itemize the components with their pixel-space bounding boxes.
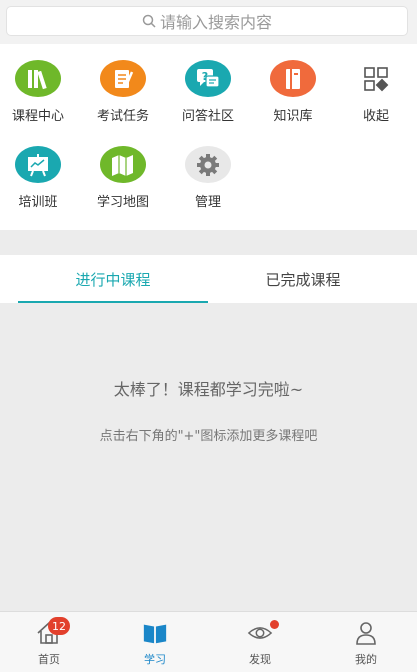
empty-state-title: 太棒了！课程都学习完啦~ [113, 380, 304, 399]
grid-item-qa-community[interactable]: ? 问答社区 [166, 44, 250, 124]
grid-item-label: 收起 [362, 109, 389, 124]
search-icon [142, 14, 156, 28]
course-tabs: 进行中课程 已完成课程 [0, 255, 417, 303]
grid-item-knowledge-base[interactable]: 知识库 [251, 44, 335, 124]
grid-item-label: 课程中心 [11, 109, 64, 124]
tab-in-progress[interactable]: 进行中课程 [18, 255, 208, 303]
grid-item-label: 知识库 [273, 109, 313, 124]
grid-item-collapse[interactable]: 收起 [334, 44, 417, 124]
user-icon [353, 620, 379, 646]
search-placeholder: 请输入搜索内容 [159, 13, 272, 32]
tab-completed[interactable]: 已完成课程 [208, 255, 398, 303]
nav-mine[interactable]: 我的 [314, 612, 417, 672]
map-icon [100, 146, 146, 183]
nav-study[interactable]: 学习 [103, 612, 207, 672]
grid-item-training[interactable]: 培训班 [0, 130, 80, 210]
nav-label: 学习 [144, 653, 166, 666]
notification-dot [270, 620, 279, 629]
empty-state-subtitle: 点击右下角的"+"图标添加更多课程吧 [99, 429, 318, 444]
function-grid: 课程中心 考试任务 ? 问答社区 知识库 收起 培训班 学习地图 管理 [0, 44, 417, 230]
nav-label: 首页 [38, 653, 60, 666]
search-input[interactable]: 请输入搜索内容 [6, 6, 408, 36]
eye-icon [247, 620, 279, 646]
nav-home[interactable]: 12 首页 [0, 612, 101, 672]
grid-item-label: 培训班 [18, 195, 58, 210]
grid-item-label: 考试任务 [96, 109, 149, 124]
home-icon: 12 [36, 617, 70, 646]
tab-label: 已完成课程 [265, 270, 341, 289]
nav-label: 我的 [355, 653, 377, 666]
exam-icon [100, 60, 146, 97]
grid-item-course-center[interactable]: 课程中心 [0, 44, 80, 124]
notification-badge: 12 [48, 617, 70, 635]
nav-discover[interactable]: 发现 [208, 612, 312, 672]
grid-item-manage[interactable]: 管理 [166, 130, 250, 210]
grid-item-learning-map[interactable]: 学习地图 [81, 130, 165, 210]
nav-label: 发现 [249, 653, 271, 666]
tab-label: 进行中课程 [75, 270, 151, 289]
tab-active-indicator [18, 301, 208, 303]
gear-icon [185, 146, 231, 183]
open-book-icon [142, 620, 168, 646]
training-board-icon [15, 146, 61, 183]
grid-item-label: 管理 [194, 195, 221, 210]
books-icon [15, 60, 61, 97]
search-area: 请输入搜索内容 [0, 0, 417, 44]
grid-item-label: 学习地图 [96, 195, 149, 210]
grid-item-exam-tasks[interactable]: 考试任务 [81, 44, 165, 124]
qa-icon: ? [185, 60, 231, 97]
collapse-grid-icon [353, 60, 399, 97]
book-icon [270, 60, 316, 97]
grid-item-label: 问答社区 [181, 109, 234, 124]
bottom-nav: 12 首页 学习 发现 我的 [0, 611, 417, 672]
